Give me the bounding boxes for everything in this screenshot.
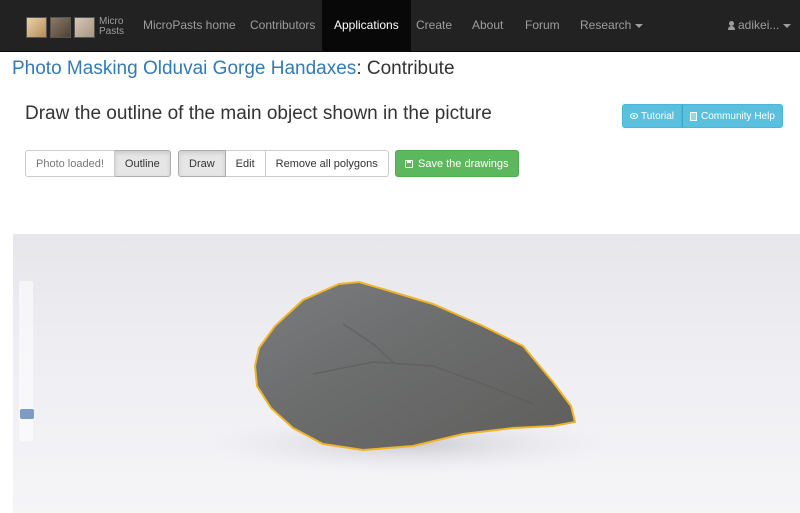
edit-button[interactable]: Edit xyxy=(225,150,266,177)
nav-about[interactable]: About xyxy=(472,0,503,52)
remove-polygons-button[interactable]: Remove all polygons xyxy=(265,150,389,177)
caret-down-icon xyxy=(783,23,792,28)
nav-research-label: Research xyxy=(580,18,632,32)
project-title-link[interactable]: Photo Masking Olduvai Gorge Handaxes xyxy=(12,58,356,79)
brand-logo[interactable]: Micro Pasts xyxy=(26,11,124,43)
zoom-slider-handle[interactable] xyxy=(20,408,34,419)
tutorial-label: Tutorial xyxy=(641,110,674,122)
nav-home[interactable]: MicroPasts home xyxy=(143,0,236,52)
photo-handaxe xyxy=(198,280,618,474)
nav-applications[interactable]: Applications xyxy=(322,0,411,52)
handaxe-stone xyxy=(255,282,575,450)
nav-user-label: adikei... xyxy=(738,18,780,32)
brand-text: Micro Pasts xyxy=(99,17,124,37)
save-drawings-button[interactable]: Save the drawings xyxy=(395,150,519,177)
nav-create[interactable]: Create xyxy=(416,0,452,52)
task-question: Draw the outline of the main object show… xyxy=(25,103,492,124)
community-help-label: Community Help xyxy=(700,110,775,122)
floppy-disk-icon xyxy=(405,159,413,168)
drawing-canvas[interactable] xyxy=(13,234,800,513)
page-title-suffix: : Contribute xyxy=(356,58,455,79)
brand-portrait-icon xyxy=(26,16,47,38)
book-icon xyxy=(689,111,697,121)
view-button-group: Photo loaded! Outline xyxy=(25,150,171,177)
save-drawings-label: Save the drawings xyxy=(418,157,509,170)
community-help-button[interactable]: Community Help xyxy=(681,104,783,128)
outline-button[interactable]: Outline xyxy=(114,150,171,177)
nav-contributors[interactable]: Contributors xyxy=(250,0,315,52)
brand-portrait-icon xyxy=(50,16,71,38)
eye-icon xyxy=(630,113,638,119)
photo-status-button[interactable]: Photo loaded! xyxy=(25,150,115,177)
nav-user-menu[interactable]: adikei... xyxy=(728,0,792,52)
top-navbar: Micro Pasts MicroPasts home Contributors… xyxy=(0,0,800,52)
user-icon xyxy=(728,21,735,30)
brand-portrait-icon xyxy=(74,16,95,38)
brand-text-line2: Pasts xyxy=(99,26,125,37)
caret-down-icon xyxy=(635,23,644,28)
nav-research-dropdown[interactable]: Research xyxy=(580,0,644,52)
page-title: Photo Masking Olduvai Gorge Handaxes: Co… xyxy=(12,58,455,80)
drawing-button-group: Draw Edit Remove all polygons xyxy=(178,150,389,177)
tutorial-button[interactable]: Tutorial xyxy=(622,104,682,128)
nav-forum[interactable]: Forum xyxy=(525,0,560,52)
draw-button[interactable]: Draw xyxy=(178,150,226,177)
help-button-group: Tutorial Community Help xyxy=(622,104,783,128)
